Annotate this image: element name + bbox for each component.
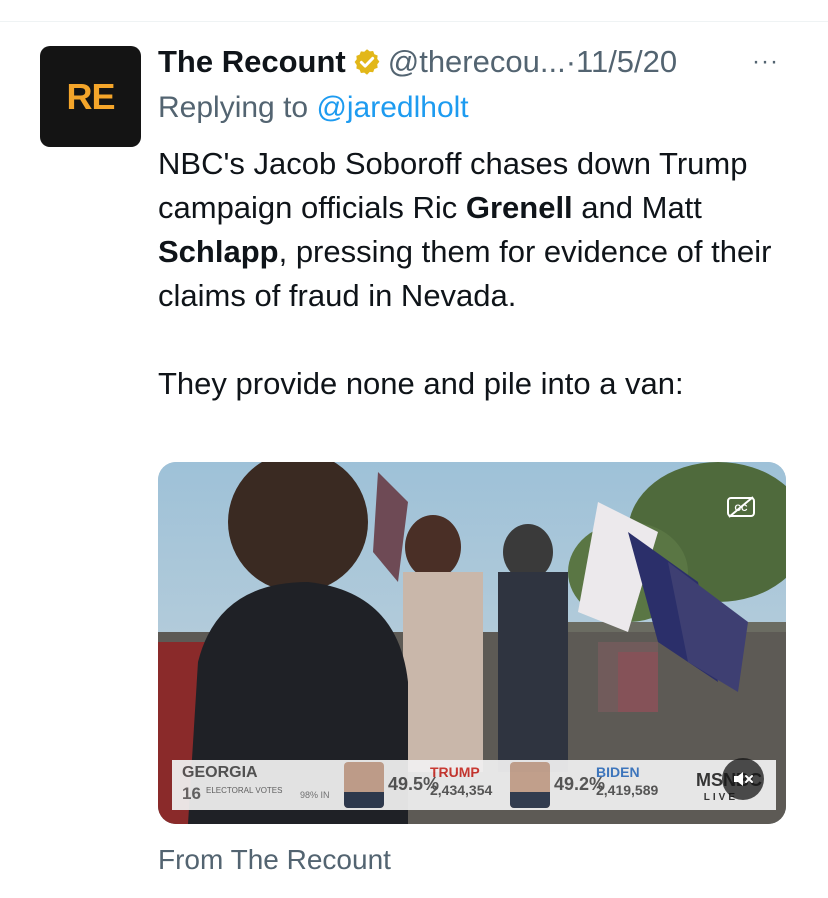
media-source[interactable]: From The Recount <box>158 840 391 880</box>
dot-separator: · <box>565 44 577 79</box>
more-options-icon[interactable]: ··· <box>752 48 779 76</box>
replying-to-mention[interactable]: @jaredlholt <box>316 91 468 124</box>
verified-badge-icon <box>354 49 380 75</box>
tweet-paragraph: They provide none and pile into a van: <box>158 366 684 401</box>
text-segment: and Matt <box>572 190 702 225</box>
trump-name: TRUMP <box>430 764 480 780</box>
election-lower-third: GEORGIA 16 ELECTORAL VOTES 98% IN 49.5% … <box>172 760 776 810</box>
avatar[interactable]: RE <box>40 46 141 147</box>
reporting-percent: 98% IN <box>300 790 330 800</box>
replying-to-prefix: Replying to <box>158 91 309 124</box>
trump-votes: 2,434,354 <box>430 782 493 798</box>
video-player[interactable]: CC GEORGIA 16 ELECTORAL VOTES 98% IN 49.… <box>158 462 786 824</box>
replying-to: Replying to @jaredlholt <box>158 88 469 128</box>
divider <box>0 21 828 22</box>
avatar-logo: RE <box>66 75 115 117</box>
biden-photo <box>510 762 550 808</box>
speaker-muted-icon <box>734 772 753 786</box>
tweet-header: The Recount @therecou...·11/5/20 <box>158 40 818 84</box>
tweet-text: NBC's Jacob Soboroff chases down Trump c… <box>158 142 808 406</box>
tweet-date[interactable]: 11/5/20 <box>576 44 677 79</box>
biden-name: BIDEN <box>596 764 640 780</box>
state-label: GEORGIA <box>182 764 258 781</box>
author-handle[interactable]: @therecou... <box>388 44 566 79</box>
author-name[interactable]: The Recount <box>158 44 346 79</box>
bold-name: Grenell <box>465 190 573 225</box>
biden-votes: 2,419,589 <box>596 782 659 798</box>
tweet-paragraph: NBC's Jacob Soboroff chases down Trump c… <box>158 142 808 318</box>
mute-button[interactable] <box>722 758 764 800</box>
trump-photo <box>344 762 384 808</box>
bold-name: Schlapp <box>158 234 279 269</box>
closed-captions-icon[interactable]: CC <box>726 495 756 519</box>
electoral-votes: 16 <box>182 784 201 803</box>
electoral-votes-label: ELECTORAL VOTES <box>206 786 283 795</box>
